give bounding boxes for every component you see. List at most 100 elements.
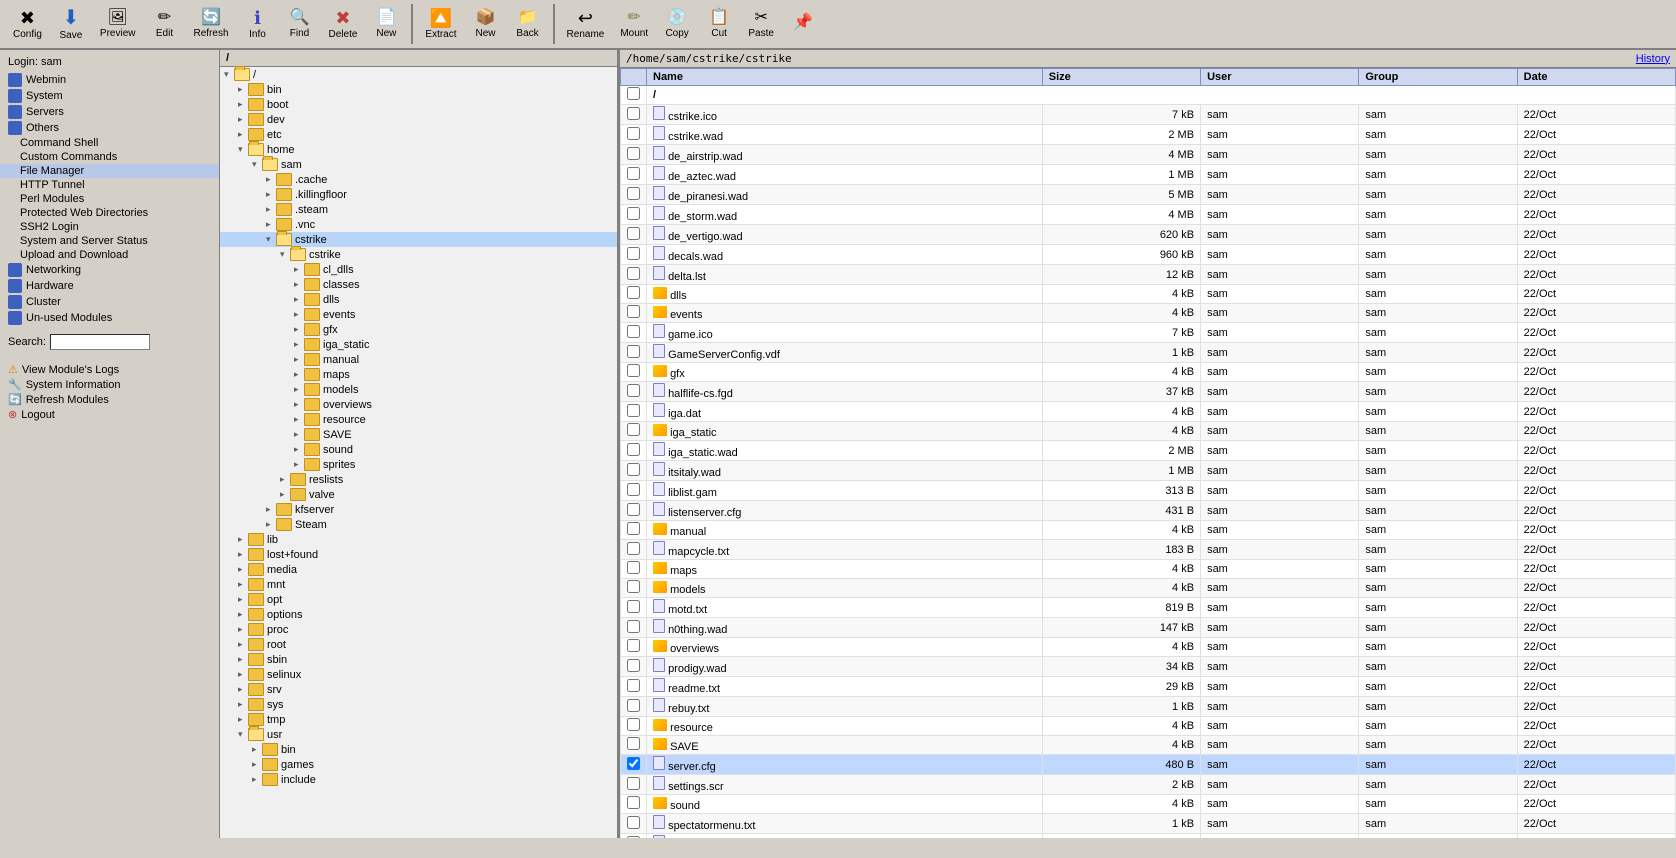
cell-check[interactable] [621, 105, 647, 125]
sidebar-item-ssh2-login[interactable]: SSH2 Login [0, 220, 219, 234]
mount-button[interactable]: 💿 Copy [657, 7, 697, 42]
upload-button[interactable]: 🔼 Extract [418, 6, 463, 43]
cell-name[interactable]: readme.txt [647, 677, 1043, 697]
table-row[interactable]: GameServerConfig.vdf 1 kB sam sam 22/Oct [621, 343, 1676, 363]
cell-check[interactable] [621, 245, 647, 265]
cell-check[interactable] [621, 145, 647, 165]
col-check[interactable] [621, 69, 647, 86]
cell-name[interactable]: dlls [647, 285, 1043, 304]
cell-name[interactable]: server.cfg [647, 755, 1043, 775]
row-checkbox[interactable] [627, 107, 640, 120]
find-button[interactable]: 🔍 Find [280, 7, 320, 42]
cell-name[interactable]: mapcycle.txt [647, 540, 1043, 560]
tree-item-tmp[interactable]: ▸tmp [220, 712, 617, 727]
table-row[interactable]: delta.lst 12 kB sam sam 22/Oct [621, 265, 1676, 285]
cell-check[interactable] [621, 343, 647, 363]
sidebar-item-view-logs[interactable]: ⚠ View Module's Logs [0, 362, 219, 377]
table-row[interactable]: iga_static.wad 2 MB sam sam 22/Oct [621, 441, 1676, 461]
row-checkbox[interactable] [627, 580, 640, 593]
cell-check[interactable] [621, 285, 647, 304]
tree-item-proc[interactable]: ▸proc [220, 622, 617, 637]
tree-item-etc[interactable]: ▸etc [220, 127, 617, 142]
row-checkbox[interactable] [627, 404, 640, 417]
cell-check[interactable] [621, 441, 647, 461]
tree-item-dev[interactable]: ▸dev [220, 112, 617, 127]
cell-check[interactable] [621, 363, 647, 382]
sidebar-item-system-server-status[interactable]: System and Server Status [0, 234, 219, 248]
cell-check[interactable] [621, 86, 647, 105]
tree-item-cstrike[interactable]: ▾cstrike [220, 232, 617, 247]
sidebar-item-others[interactable]: Others [0, 120, 219, 136]
row-checkbox[interactable] [627, 542, 640, 555]
tree-item-home[interactable]: ▾home [220, 142, 617, 157]
tree-item-include[interactable]: ▸include [220, 772, 617, 787]
cell-check[interactable] [621, 422, 647, 441]
cell-name[interactable]: de_aztec.wad [647, 165, 1043, 185]
table-row[interactable]: game.ico 7 kB sam sam 22/Oct [621, 323, 1676, 343]
tree-item--[interactable]: ▾/ [220, 67, 617, 82]
row-checkbox[interactable] [627, 777, 640, 790]
back-button[interactable]: ↩ Rename [560, 6, 612, 43]
edit-button[interactable]: ✏ Edit [144, 7, 184, 42]
cell-check[interactable] [621, 402, 647, 422]
row-checkbox[interactable] [627, 384, 640, 397]
cell-check[interactable] [621, 717, 647, 736]
copy-button[interactable]: 📋 Cut [699, 7, 739, 42]
table-row[interactable]: halflife-cs.fgd 37 kB sam sam 22/Oct [621, 382, 1676, 402]
tree-item-lost-found[interactable]: ▸lost+found [220, 547, 617, 562]
cell-name[interactable]: game.ico [647, 323, 1043, 343]
tree-item-boot[interactable]: ▸boot [220, 97, 617, 112]
row-checkbox[interactable] [627, 503, 640, 516]
cell-name[interactable]: iga.dat [647, 402, 1043, 422]
cell-name[interactable]: de_vertigo.wad [647, 225, 1043, 245]
row-checkbox[interactable] [627, 147, 640, 160]
sidebar-item-perl-modules[interactable]: Perl Modules [0, 192, 219, 206]
table-row[interactable]: spectcammenu.txt 755 B sam sam 22/Oct [621, 834, 1676, 839]
row-checkbox[interactable] [627, 757, 640, 770]
cell-name[interactable]: gfx [647, 363, 1043, 382]
sidebar-item-servers[interactable]: Servers [0, 104, 219, 120]
table-row[interactable]: de_airstrip.wad 4 MB sam sam 22/Oct [621, 145, 1676, 165]
save-button[interactable]: ⬇ Save [51, 5, 91, 44]
tree-item-mnt[interactable]: ▸mnt [220, 577, 617, 592]
cell-name[interactable]: liblist.gam [647, 481, 1043, 501]
table-row[interactable]: liblist.gam 313 B sam sam 22/Oct [621, 481, 1676, 501]
tree-item-overviews[interactable]: ▸overviews [220, 397, 617, 412]
row-checkbox[interactable] [627, 836, 640, 839]
cell-check[interactable] [621, 461, 647, 481]
row-checkbox[interactable] [627, 286, 640, 299]
cell-check[interactable] [621, 775, 647, 795]
table-row[interactable]: iga.dat 4 kB sam sam 22/Oct [621, 402, 1676, 422]
tree-item-usr[interactable]: ▾usr [220, 727, 617, 742]
delete-button[interactable]: ✖ Delete [322, 6, 365, 43]
refresh-button[interactable]: 🔄 Refresh [186, 7, 235, 42]
table-row[interactable]: manual 4 kB sam sam 22/Oct [621, 521, 1676, 540]
tree-item-classes[interactable]: ▸classes [220, 277, 617, 292]
row-checkbox[interactable] [627, 796, 640, 809]
tree-item-cl-dlls[interactable]: ▸cl_dlls [220, 262, 617, 277]
tree-item-iga-static[interactable]: ▸iga_static [220, 337, 617, 352]
row-checkbox[interactable] [627, 305, 640, 318]
sidebar-item-system-info[interactable]: 🔧 System Information [0, 377, 219, 392]
row-checkbox[interactable] [627, 639, 640, 652]
history-button[interactable]: History [1636, 53, 1670, 65]
cell-check[interactable] [621, 323, 647, 343]
cell-name[interactable]: decals.wad [647, 245, 1043, 265]
cell-name[interactable]: events [647, 304, 1043, 323]
table-row[interactable]: de_vertigo.wad 620 kB sam sam 22/Oct [621, 225, 1676, 245]
sidebar-item-webmin[interactable]: Webmin [0, 72, 219, 88]
tree-item-models[interactable]: ▸models [220, 382, 617, 397]
row-checkbox[interactable] [627, 699, 640, 712]
cell-check[interactable] [621, 125, 647, 145]
cell-check[interactable] [621, 382, 647, 402]
tree-item-games[interactable]: ▸games [220, 757, 617, 772]
sidebar-item-cluster[interactable]: Cluster [0, 294, 219, 310]
cell-check[interactable] [621, 205, 647, 225]
row-checkbox[interactable] [627, 522, 640, 535]
table-row[interactable]: models 4 kB sam sam 22/Oct [621, 579, 1676, 598]
row-checkbox[interactable] [627, 620, 640, 633]
cell-check[interactable] [621, 560, 647, 579]
row-checkbox[interactable] [627, 443, 640, 456]
row-checkbox[interactable] [627, 718, 640, 731]
cell-name[interactable]: n0thing.wad [647, 618, 1043, 638]
